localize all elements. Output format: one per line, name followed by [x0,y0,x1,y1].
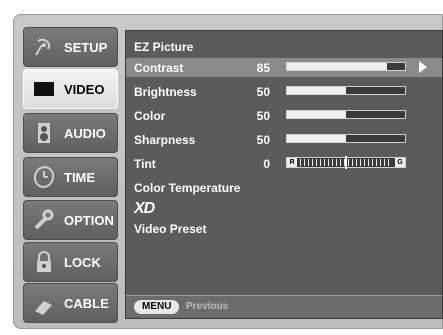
tint-green-cap: G [395,158,405,167]
panel-footer: MENU Previous [126,295,442,318]
menu-item-audio[interactable]: AUDIO [23,113,118,153]
menu-item-label: AUDIO [64,126,106,141]
menu-item-lock[interactable]: LOCK [23,242,118,282]
contrast-row[interactable]: Contrast 85 [126,58,442,77]
menu-item-label: LOCK [64,255,101,270]
color-label: Color [134,109,166,123]
arrow-right-icon [419,61,427,73]
menu-item-video[interactable]: VIDEO [23,69,118,109]
menu-item-label: CABLE [64,296,109,311]
wrench-icon [34,209,54,230]
tint-row[interactable]: Tint 0 R G [126,154,442,173]
contrast-slider-fill [287,63,388,70]
color-value: 50 [256,109,270,123]
brightness-slider-fill [287,87,346,94]
previous-hint: Previous [186,301,229,312]
contrast-label: Contrast [134,61,184,75]
padlock-icon [37,251,51,272]
color-slider-fill [287,111,346,118]
menu-item-setup[interactable]: SETUP [23,27,118,67]
contrast-slider[interactable] [286,62,406,71]
color-slider[interactable] [286,110,406,119]
tint-label: Tint [134,157,156,171]
video-preset-label: Video Preset [134,222,207,236]
color-temperature-label: Color Temperature [134,181,241,195]
menu-item-label: OPTION [64,213,114,228]
contrast-value: 85 [256,61,270,75]
ez-picture-panel: EZ Picture Contrast 85 Brightness 50 Col… [125,30,443,319]
tint-slider[interactable]: R G [286,156,406,169]
brightness-value: 50 [256,85,270,99]
brightness-label: Brightness [134,85,197,99]
tint-red-cap: R [287,158,297,167]
menu-item-label: TIME [64,170,96,185]
sharpness-value: 50 [256,133,270,147]
menu-item-option[interactable]: OPTION [23,200,118,240]
sharpness-slider[interactable] [286,134,406,143]
clock-icon [33,166,55,188]
sharpness-row[interactable]: Sharpness 50 [126,130,442,149]
menu-item-time[interactable]: TIME [23,157,118,197]
color-temperature-row[interactable]: Color Temperature [126,178,442,197]
tint-center-marker [345,156,347,169]
xd-row[interactable]: XD [126,200,442,219]
menu-key-button[interactable]: MENU [134,300,180,314]
tint-value: 0 [263,157,270,171]
panel-title: EZ Picture [134,40,194,54]
menu-item-label: VIDEO [64,82,105,97]
brightness-slider[interactable] [286,86,406,95]
sharpness-label: Sharpness [134,133,196,147]
brightness-row[interactable]: Brightness 50 [126,82,442,101]
color-row[interactable]: Color 50 [126,106,442,125]
tv-screen-icon [34,82,54,96]
cable-connector-icon [35,301,52,315]
xd-logo: XD [134,200,155,217]
menu-item-label: SETUP [64,40,108,55]
menu-item-cable[interactable]: CABLE [23,283,118,323]
satellite-dish-icon [35,38,50,56]
sharpness-slider-fill [287,135,346,142]
panel-title-row: EZ Picture [126,37,442,56]
speaker-icon [38,123,50,143]
video-preset-row[interactable]: Video Preset [126,219,442,238]
